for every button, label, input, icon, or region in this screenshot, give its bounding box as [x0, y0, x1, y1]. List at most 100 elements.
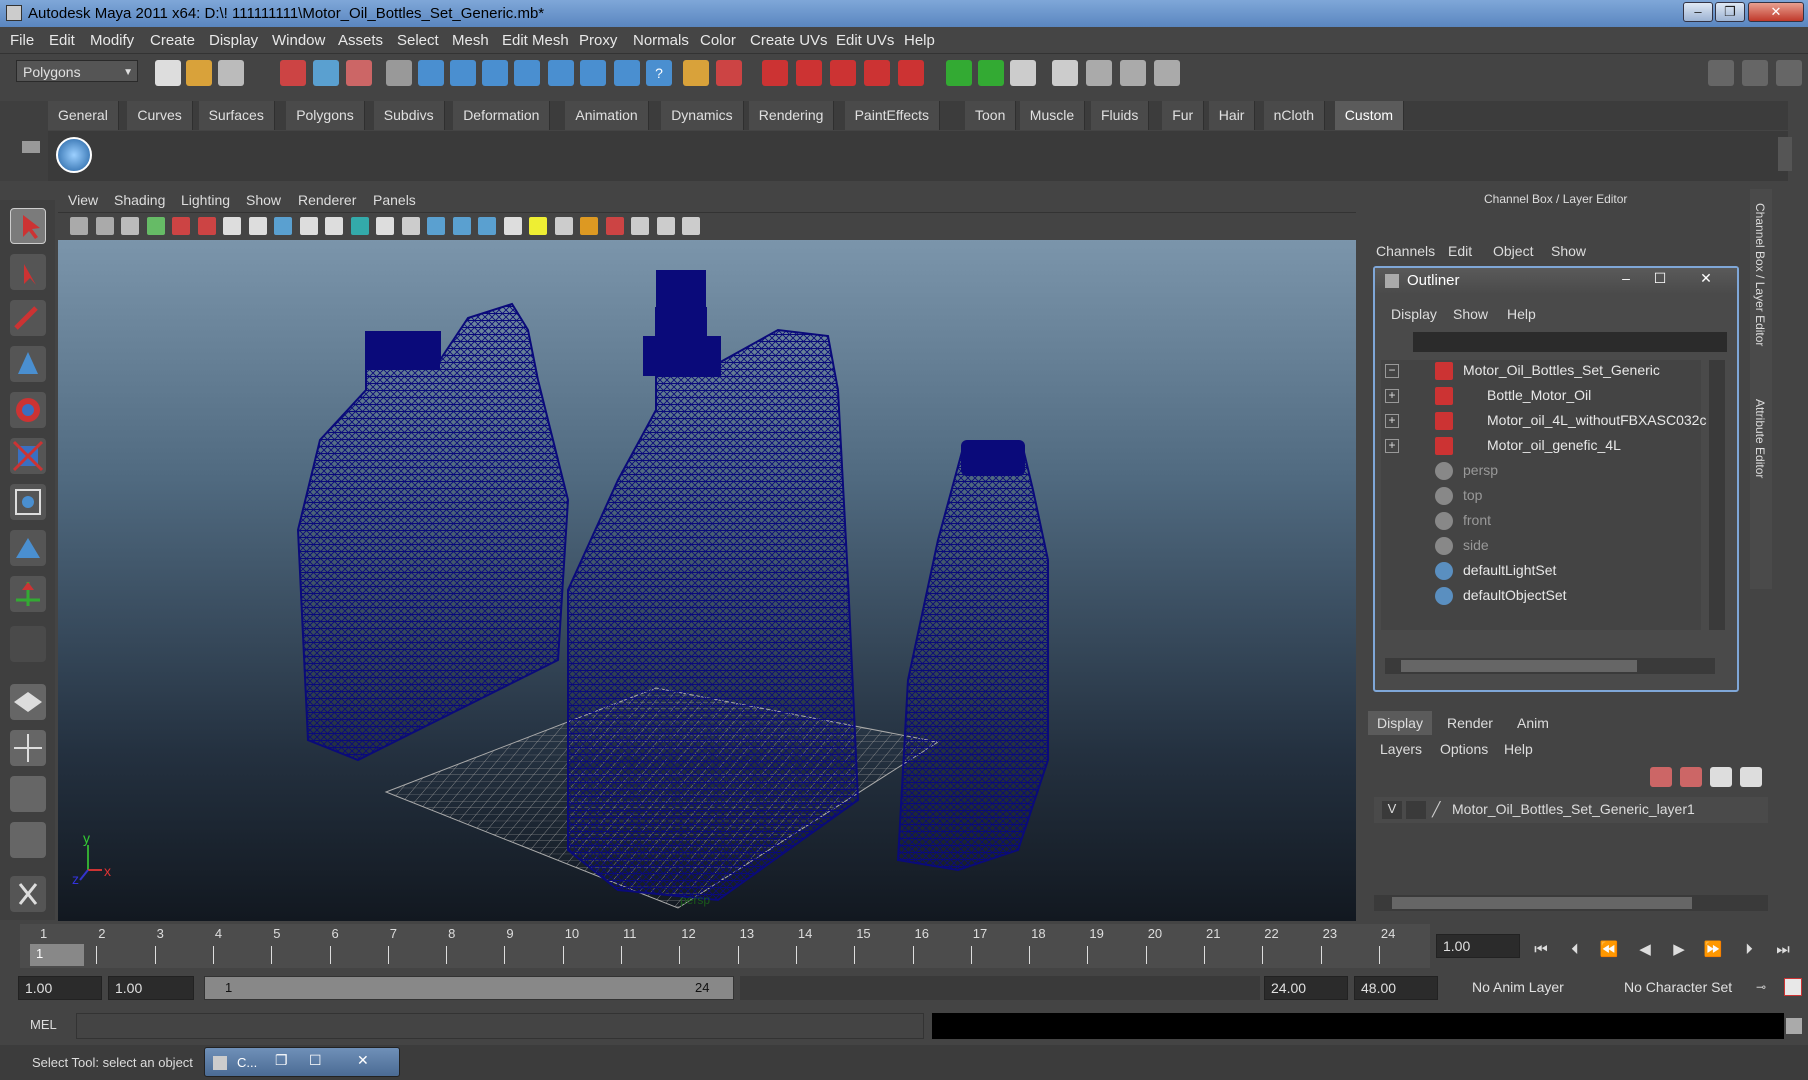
save-scene-icon[interactable] [218, 60, 244, 86]
menu-modify[interactable]: Modify [90, 32, 134, 49]
script-editor-button[interactable] [1786, 1018, 1802, 1034]
xray-joints-icon[interactable] [631, 217, 649, 235]
four-view-layout-icon[interactable] [10, 730, 46, 766]
shelf-tab-curves[interactable]: Curves [127, 101, 193, 130]
current-time-marker[interactable]: 1 [30, 944, 84, 966]
outliner-item[interactable]: + Motor_oil_genefic_4L [1381, 435, 1711, 457]
auto-key-icon[interactable]: ⊸ [1756, 980, 1774, 994]
viewport-menu-view[interactable]: View [68, 192, 98, 208]
new-empty-layer-icon[interactable] [1710, 767, 1732, 787]
shelf-tab-deformation[interactable]: Deformation [453, 101, 551, 130]
attribute-editor-icon[interactable] [1120, 60, 1146, 86]
2d-pan-icon[interactable] [172, 217, 190, 235]
range-slider-track[interactable] [740, 976, 1260, 1000]
channel-menu-channels[interactable]: Channels [1376, 243, 1435, 259]
animation-preferences-icon[interactable] [1784, 978, 1802, 996]
minimize-button[interactable]: – [1683, 2, 1713, 22]
shelf-tab-ncloth[interactable]: nCloth [1263, 101, 1326, 130]
layer-visibility-toggle[interactable]: V [1382, 801, 1402, 819]
help-question-icon[interactable]: ? [646, 60, 672, 86]
checkmark-shelf-icon[interactable] [56, 137, 92, 173]
menu-edit-uvs[interactable]: Edit UVs [836, 32, 894, 49]
animation-end-field[interactable]: 48.00 [1354, 976, 1438, 1000]
menu-display[interactable]: Display [209, 32, 258, 49]
shelf-tab-muscle[interactable]: Muscle [1019, 101, 1086, 130]
layer-menu-layers[interactable]: Layers [1380, 741, 1422, 757]
select-highlight-icon[interactable] [716, 60, 742, 86]
menu-create-uvs[interactable]: Create UVs [750, 32, 828, 49]
shelf-tab-polygons[interactable]: Polygons [286, 101, 365, 130]
outliner-layout-icon[interactable] [10, 776, 46, 812]
mel-label[interactable]: MEL [30, 1017, 57, 1032]
lock-icon[interactable] [683, 60, 709, 86]
rotate-tool-icon[interactable] [10, 392, 46, 428]
universal-manipulator-icon[interactable] [10, 484, 46, 520]
snap-point-icon[interactable] [482, 60, 508, 86]
outliner-item[interactable]: − Motor_Oil_Bottles_Set_Generic [1381, 360, 1711, 382]
minimized-maximize-icon[interactable]: ☐ [309, 1052, 322, 1069]
input-line-icon[interactable] [946, 60, 972, 86]
outliner-item[interactable]: persp [1381, 460, 1711, 482]
go-to-start-button[interactable]: ⏮ [1528, 938, 1554, 962]
hypershade-icon[interactable] [864, 60, 890, 86]
outliner-maximize-button[interactable]: ☐ [1645, 270, 1675, 290]
soft-mod-tool-icon[interactable] [10, 530, 46, 566]
current-time-field[interactable]: 1.00 [1436, 934, 1520, 958]
outliner-horizontal-scrollbar[interactable] [1385, 658, 1715, 674]
gate-mask-icon[interactable] [299, 217, 318, 235]
character-set-dropdown[interactable]: No Character Set [1618, 976, 1752, 1000]
select-camera-icon[interactable] [95, 217, 114, 235]
tool-settings-icon[interactable] [1154, 60, 1180, 86]
shelf-tab-painteffects[interactable]: PaintEffects [844, 101, 941, 130]
menu-help[interactable]: Help [904, 32, 935, 49]
shelf-tab-toon[interactable]: Toon [965, 101, 1017, 130]
outliner-item[interactable]: defaultObjectSet [1381, 585, 1711, 607]
high-quality-icon[interactable] [554, 217, 573, 235]
viewport-persp[interactable]: y x z persp [58, 240, 1356, 921]
move-layer-up-icon[interactable] [1650, 767, 1672, 787]
new-scene-icon[interactable] [155, 60, 181, 86]
menu-edit-mesh[interactable]: Edit Mesh [502, 32, 569, 49]
side-tab-attribute-editor[interactable]: Attribute Editor [1753, 399, 1767, 478]
outliner-item[interactable]: + Motor_oil_4L_withoutFBXASC032c [1381, 410, 1711, 432]
expand-toggle-icon[interactable]: + [1385, 389, 1399, 403]
lasso-tool-icon[interactable] [10, 254, 46, 290]
film-gate-icon[interactable] [248, 217, 267, 235]
outliner-minimize-button[interactable]: – [1611, 270, 1641, 290]
close-button[interactable]: ✕ [1748, 2, 1804, 22]
minimized-window-tab[interactable]: C... ❐ ☐ ✕ [204, 1047, 400, 1077]
menuset-dropdown[interactable]: Polygons ▼ [16, 60, 138, 82]
menu-assets[interactable]: Assets [338, 32, 383, 49]
playback-start-field[interactable]: 1.00 [108, 976, 194, 1000]
select-object-icon[interactable] [313, 60, 339, 86]
viewport-menu-lighting[interactable]: Lighting [181, 192, 230, 208]
filter-icon[interactable] [386, 60, 412, 86]
outliner-item[interactable]: + Bottle_Motor_Oil [1381, 385, 1711, 407]
camera-attr-icon[interactable] [70, 217, 88, 235]
layer-tab-render[interactable]: Render [1438, 711, 1502, 735]
menu-window[interactable]: Window [272, 32, 325, 49]
outliner-close-button[interactable]: ✕ [1691, 270, 1721, 290]
channel-menu-edit[interactable]: Edit [1448, 243, 1472, 259]
step-back-key-button[interactable]: ⏴ [1562, 938, 1588, 962]
backface-icon[interactable] [682, 217, 700, 235]
minimized-restore-icon[interactable]: ❐ [275, 1052, 288, 1069]
menu-create[interactable]: Create [150, 32, 195, 49]
shelf-tab-surfaces[interactable]: Surfaces [198, 101, 275, 130]
expand-toggle-icon[interactable]: + [1385, 414, 1399, 428]
new-layer-selected-icon[interactable] [1740, 767, 1762, 787]
outliner-menu-help[interactable]: Help [1507, 306, 1536, 322]
scale-tool-icon[interactable] [10, 438, 46, 474]
shelf-tab-subdivs[interactable]: Subdivs [373, 101, 445, 130]
wireframe-on-shaded-icon[interactable] [452, 217, 471, 235]
playback-end-field[interactable]: 24.00 [1264, 976, 1348, 1000]
grease-pencil-icon[interactable] [197, 217, 216, 235]
expand-toggle-icon[interactable]: − [1385, 364, 1399, 378]
bookmark-icon[interactable] [121, 217, 139, 235]
show-manipulator-icon[interactable] [10, 576, 46, 612]
shelf-tab-general[interactable]: General [48, 101, 119, 130]
expand-toggle-icon[interactable]: + [1385, 439, 1399, 453]
viewport-menu-panels[interactable]: Panels [373, 192, 416, 208]
numeric-input-icon[interactable] [1010, 60, 1036, 86]
animation-start-field[interactable]: 1.00 [18, 976, 102, 1000]
